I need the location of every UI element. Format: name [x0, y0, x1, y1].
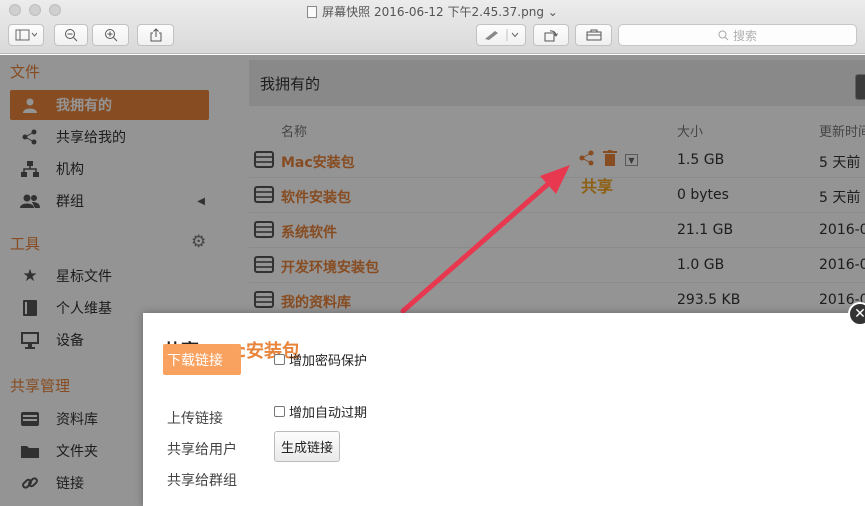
- checkbox-box[interactable]: [274, 354, 285, 365]
- search-icon: [718, 30, 729, 40]
- zoom-out-icon: [65, 29, 78, 42]
- rotate-button[interactable]: [533, 24, 569, 46]
- search-field[interactable]: 搜索: [618, 24, 857, 46]
- markup-button[interactable]: [476, 24, 526, 46]
- auto-expire-checkbox[interactable]: 增加自动过期: [274, 402, 367, 421]
- window-title-text: 屏幕快照 2016-06-12 下午2.45.37.png: [322, 5, 544, 19]
- share-dialog: 共享 Mac安装包 ✕ 下载链接 上传链接 共享给用户 共享给群组 增加密码保护…: [143, 302, 865, 506]
- search-placeholder: 搜索: [732, 28, 757, 43]
- zoom-out-button[interactable]: [54, 24, 88, 46]
- title-chevron-icon[interactable]: ⌄: [548, 5, 558, 19]
- rotate-icon: [544, 30, 558, 42]
- zoom-in-icon: [104, 29, 117, 42]
- toolbox-button[interactable]: [575, 24, 612, 46]
- tab-download-link[interactable]: 下载链接: [163, 344, 241, 375]
- tab-share-to-user[interactable]: 共享给用户: [163, 433, 241, 464]
- checkbox-box[interactable]: [274, 406, 285, 417]
- generate-link-button[interactable]: 生成链接: [274, 431, 340, 462]
- document-icon: [307, 6, 318, 18]
- window-title: 屏幕快照 2016-06-12 下午2.45.37.png ⌄: [0, 3, 865, 20]
- checkbox-label: 增加密码保护: [289, 354, 368, 369]
- sidebar-icon: [15, 29, 37, 41]
- share-toolbar-button[interactable]: [137, 24, 174, 46]
- sidebar-toggle-button[interactable]: [8, 24, 44, 46]
- title-bar: 屏幕快照 2016-06-12 下午2.45.37.png ⌄ 搜索: [0, 0, 865, 54]
- checkbox-label: 增加自动过期: [289, 406, 368, 421]
- toolbox-icon: [586, 29, 601, 41]
- zoom-in-button[interactable]: [92, 24, 129, 46]
- tab-share-to-group[interactable]: 共享给群组: [163, 464, 241, 495]
- password-protect-checkbox[interactable]: 增加密码保护: [274, 350, 367, 369]
- share-sheet-icon: [150, 28, 161, 42]
- app-window: 屏幕快照 2016-06-12 下午2.45.37.png ⌄ 搜索 文件 我拥…: [0, 0, 865, 506]
- tab-upload-link[interactable]: 上传链接: [163, 402, 241, 433]
- close-icon[interactable]: ✕: [848, 302, 865, 326]
- pen-icon: [485, 29, 519, 41]
